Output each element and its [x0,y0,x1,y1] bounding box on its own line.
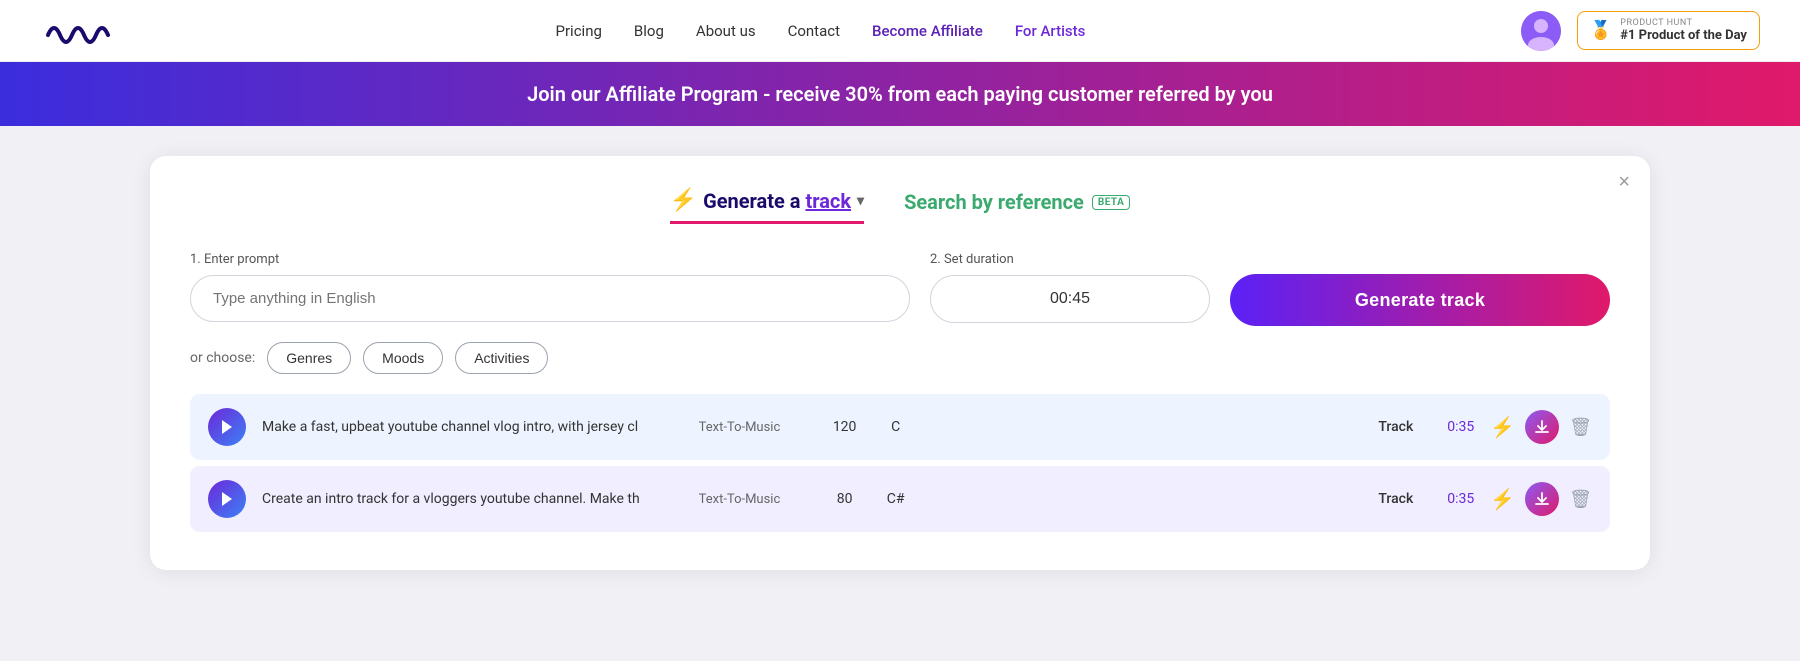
track-bpm: 120 [825,419,865,435]
form-row: 1. Enter prompt 2. Set duration Generate… [190,252,1610,326]
close-button[interactable]: × [1618,172,1630,192]
nav-blog[interactable]: Blog [634,22,664,40]
play-button[interactable] [208,408,246,446]
track-type: Text-To-Music [699,420,809,435]
ph-text: PRODUCT HUNT #1 Product of the Day [1620,18,1747,43]
prompt-input[interactable] [190,275,910,322]
product-hunt-badge[interactable]: 🏅 PRODUCT HUNT #1 Product of the Day [1577,11,1760,50]
track-word: track [805,189,851,213]
tab-search[interactable]: Search by reference BETA [904,188,1130,224]
track-list: Make a fast, upbeat youtube channel vlog… [190,394,1610,538]
nav-affiliate[interactable]: Become Affiliate [872,22,983,40]
table-row: Create an intro track for a vloggers you… [190,466,1610,532]
track-duration: 0:35 [1429,491,1474,507]
track-duration: 0:35 [1429,419,1474,435]
track-label: Track [1363,419,1413,435]
logo[interactable] [40,13,120,49]
chevron-down-icon: ▾ [857,193,864,209]
download-button[interactable] [1525,410,1559,444]
track-key: C# [881,491,911,507]
chip-moods[interactable]: Moods [363,342,443,374]
track-key: C [881,419,911,435]
ph-label: PRODUCT HUNT [1620,18,1747,28]
affiliate-banner[interactable]: Join our Affiliate Program - receive 30%… [0,62,1800,126]
duration-group: 2. Set duration [930,252,1210,323]
nav-contact[interactable]: Contact [788,22,840,40]
prompt-label: 1. Enter prompt [190,252,910,267]
banner-text: Join our Affiliate Program - receive 30%… [527,82,1273,106]
tab-search-label: Search by reference [904,190,1084,214]
nav-links: Pricing Blog About us Contact Become Aff… [556,22,1086,40]
track-type: Text-To-Music [699,492,809,507]
regenerate-icon[interactable]: ⚡ [1490,487,1515,511]
tab-generate-label: Generate a track [703,189,851,213]
beta-badge: BETA [1092,195,1131,210]
navbar: Pricing Blog About us Contact Become Aff… [0,0,1800,62]
main-content: × ⚡ Generate a track ▾ Search by referen… [0,126,1800,600]
medal-icon: 🏅 [1590,20,1612,41]
delete-icon[interactable]: 🗑 [1569,489,1592,510]
chip-genres[interactable]: Genres [267,342,351,374]
nav-right: 🏅 PRODUCT HUNT #1 Product of the Day [1521,11,1760,51]
track-title: Create an intro track for a vloggers you… [262,491,683,507]
nav-about[interactable]: About us [696,22,756,40]
track-actions: ⚡ 🗑 [1490,482,1592,516]
track-actions: ⚡ 🗑 [1490,410,1592,444]
nav-for-artists[interactable]: For Artists [1015,22,1086,40]
tab-bar: ⚡ Generate a track ▾ Search by reference… [190,188,1610,224]
chip-activities[interactable]: Activities [455,342,548,374]
table-row: Make a fast, upbeat youtube channel vlog… [190,394,1610,460]
ph-title: #1 Product of the Day [1620,28,1747,43]
prompt-group: 1. Enter prompt [190,252,910,322]
track-label: Track [1363,491,1413,507]
duration-input[interactable] [930,275,1210,323]
generate-track-button[interactable]: Generate track [1230,274,1610,326]
regenerate-icon[interactable]: ⚡ [1490,415,1515,439]
choose-label: or choose: [190,350,255,366]
delete-icon[interactable]: 🗑 [1569,417,1592,438]
bolt-icon: ⚡ [670,188,697,213]
play-button[interactable] [208,480,246,518]
choose-row: or choose: Genres Moods Activities [190,342,1610,374]
track-bpm: 80 [825,491,865,507]
track-title: Make a fast, upbeat youtube channel vlog… [262,419,683,435]
tab-generate[interactable]: ⚡ Generate a track ▾ [670,188,864,224]
main-card: × ⚡ Generate a track ▾ Search by referen… [150,156,1650,570]
avatar[interactable] [1521,11,1561,51]
duration-label: 2. Set duration [930,252,1210,267]
nav-pricing[interactable]: Pricing [556,22,602,40]
download-button[interactable] [1525,482,1559,516]
